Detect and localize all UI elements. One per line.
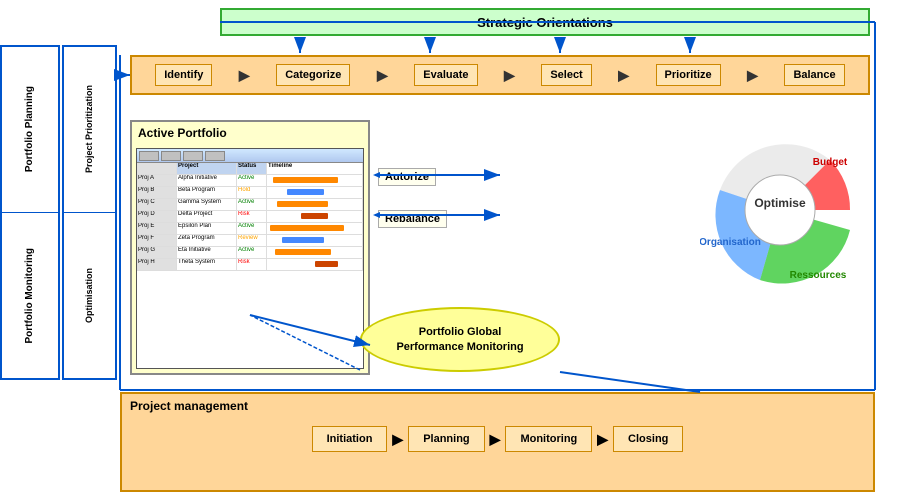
ss-cell-r2l: Proj B [137,187,177,198]
rebalance-label: Rebalance [378,210,447,228]
autorize-label: Autorize [378,168,436,186]
ss-row-6: Proj F Zeta Program Review [137,235,363,247]
spreadsheet-toolbar [137,149,363,163]
svg-text:Optimise: Optimise [754,196,806,210]
project-mgmt-box: Project management Initiation ▶ Planning… [120,392,875,492]
process-row: Identify ▶ Categorize ▶ Evaluate ▶ Selec… [130,55,870,95]
step-closing: Closing [613,426,683,452]
ss-cell-r8l: Proj H [137,259,177,270]
ss-cell-r4g [267,211,363,222]
ss-cell-r2g [267,187,363,198]
arrow-1: ▶ [239,67,250,84]
svg-text:Organisation: Organisation [700,237,761,248]
ss-row-4: Proj D Delta Project Risk [137,211,363,223]
spreadsheet-grid: Project Status Timeline Proj A Alpha Ini… [137,163,363,271]
ss-cell-h0 [137,163,177,174]
ss-btn-2 [161,151,181,161]
ss-cell-r1l: Proj A [137,175,177,186]
strategic-orientations-box: Strategic Orientations [220,8,870,36]
active-portfolio-label: Active Portfolio [132,122,368,144]
ss-cell-r6l: Proj F [137,235,177,246]
ss-cell-r2s: Hold [237,187,267,198]
step-categorize: Categorize [276,64,350,86]
ss-cell-r6s: Review [237,235,267,246]
ss-row-5: Proj E Epsilon Plan Active [137,223,363,235]
active-portfolio-box: Active Portfolio Project Status Timeline… [130,120,370,375]
ss-cell-r3g [267,199,363,210]
portfolio-monitoring-ellipse: Portfolio GlobalPerformance Monitoring [360,307,560,372]
ss-row-7: Proj G Eta Initiative Active [137,247,363,259]
ss-row-3: Proj C Gamma System Active [137,199,363,211]
spreadsheet-visual: Project Status Timeline Proj A Alpha Ini… [136,148,364,369]
ss-cell-h1: Project [177,163,237,174]
svg-text:Ressources: Ressources [790,270,847,281]
proj-arrow-2: ▶ [490,431,501,448]
sidebar-section-planning: Portfolio Planning [2,47,58,213]
strategic-orientations-label: Strategic Orientations [477,15,613,30]
ss-cell-h2: Status [237,163,267,174]
project-mgmt-label: Project management [122,394,873,418]
ss-cell-r4s: Risk [237,211,267,222]
arrow-2: ▶ [377,67,388,84]
ss-btn-3 [183,151,203,161]
ss-cell-r8g [267,259,363,270]
sidebar-inner: Project Prioritization Optimisation [62,45,117,380]
ss-cell-r6w: Zeta Program [177,235,237,246]
sidebar-prioritization-label: Project Prioritization [84,85,95,173]
ss-cell-r8w: Theta System [177,259,237,270]
ss-row-1: Proj A Alpha Initiative Active [137,175,363,187]
sidebar-section-monitoring: Portfolio Monitoring [2,213,58,378]
ss-cell-r1w: Alpha Initiative [177,175,237,186]
ss-row-8: Proj H Theta System Risk [137,259,363,271]
sidebar-inner-prioritization: Project Prioritization [64,47,115,213]
step-prioritize: Prioritize [656,64,721,86]
ss-cell-r8s: Risk [237,259,267,270]
optimise-diagram: Optimise Budget Organisation Ressources [700,130,860,290]
ss-cell-r6g [267,235,363,246]
step-identify: Identify [155,64,212,86]
ss-cell-h3: Timeline [267,163,363,174]
step-balance: Balance [784,64,844,86]
sidebar-monitoring-label: Portfolio Monitoring [24,248,36,344]
project-steps-row: Initiation ▶ Planning ▶ Monitoring ▶ Clo… [122,426,873,452]
sidebar-left: Portfolio Planning Portfolio Monitoring [0,45,60,380]
diagram-container: Strategic Orientations Portfolio Plannin… [0,0,900,500]
step-monitoring: Monitoring [505,426,592,452]
arrow-3: ▶ [504,67,515,84]
ss-cell-r5s: Active [237,223,267,234]
ss-cell-r7g [267,247,363,258]
ss-cell-r3w: Gamma System [177,199,237,210]
ss-cell-r5l: Proj E [137,223,177,234]
ss-row-2: Proj B Beta Program Hold [137,187,363,199]
step-planning: Planning [408,426,484,452]
ss-cell-r3s: Active [237,199,267,210]
step-initiation: Initiation [312,426,388,452]
ss-btn-1 [139,151,159,161]
optimise-svg: Optimise Budget Organisation Ressources [700,130,860,290]
arrow-5: ▶ [747,67,758,84]
ss-cell-r2w: Beta Program [177,187,237,198]
sidebar-planning-label: Portfolio Planning [24,86,36,172]
ss-cell-r1g [267,175,363,186]
portfolio-monitoring-label: Portfolio GlobalPerformance Monitoring [396,325,523,354]
ss-cell-r4l: Proj D [137,211,177,222]
proj-arrow-3: ▶ [597,431,608,448]
proj-arrow-1: ▶ [392,431,403,448]
ss-cell-r4w: Delta Project [177,211,237,222]
ss-cell-r7l: Proj G [137,247,177,258]
arrow-4: ▶ [618,67,629,84]
ss-cell-r7w: Eta Initiative [177,247,237,258]
ss-cell-r3l: Proj C [137,199,177,210]
step-select: Select [541,64,591,86]
step-evaluate: Evaluate [414,64,477,86]
ss-btn-4 [205,151,225,161]
ss-cell-r5g [267,223,363,234]
svg-text:Budget: Budget [813,157,848,168]
sidebar-optimisation-label: Optimisation [84,268,95,323]
sidebar-inner-optimisation: Optimisation [64,213,115,378]
ss-cell-r5w: Epsilon Plan [177,223,237,234]
ss-header-row: Project Status Timeline [137,163,363,175]
ss-cell-r7s: Active [237,247,267,258]
ss-cell-r1s: Active [237,175,267,186]
